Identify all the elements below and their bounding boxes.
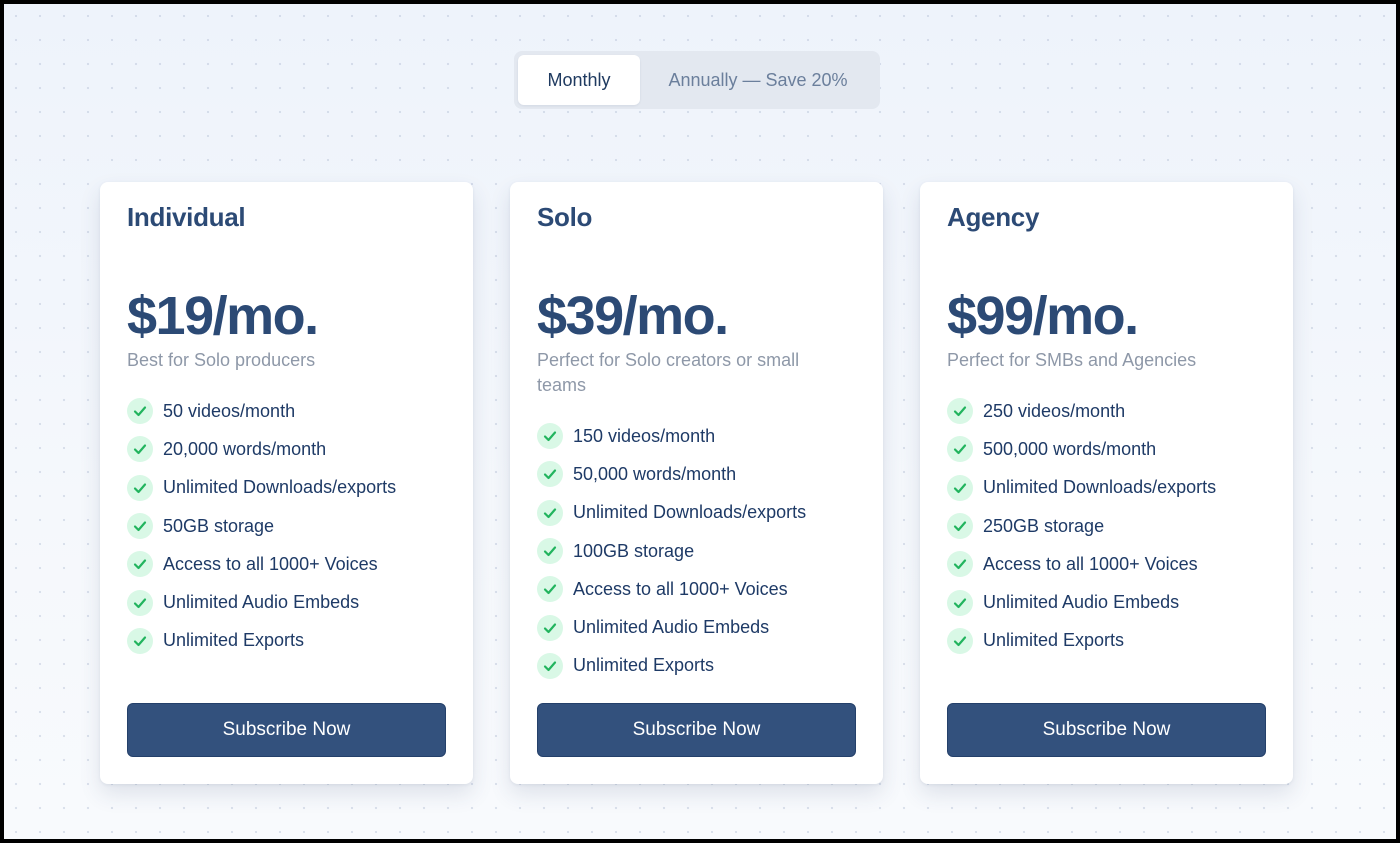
feature-item: 250 videos/month <box>947 392 1277 430</box>
check-icon <box>127 589 153 616</box>
plan-card-agency: Agency $99/mo. Perfect for SMBs and Agen… <box>920 182 1293 784</box>
feature-label: Unlimited Downloads/exports <box>573 502 807 523</box>
plan-price: $39/mo. <box>537 286 729 346</box>
feature-list: 50 videos/month 20,000 words/month Unlim… <box>127 392 457 660</box>
feature-item: Unlimited Audio Embeds <box>537 608 867 646</box>
feature-label: 150 videos/month <box>573 425 716 446</box>
feature-item: Access to all 1000+ Voices <box>947 545 1277 583</box>
check-icon <box>537 499 563 526</box>
check-icon <box>127 474 153 501</box>
feature-item: 20,000 words/month <box>127 430 457 468</box>
check-icon <box>127 513 153 540</box>
feature-label: Access to all 1000+ Voices <box>163 553 378 574</box>
feature-item: 250GB storage <box>947 507 1277 545</box>
check-icon <box>947 589 973 616</box>
feature-label: 100GB storage <box>573 540 695 561</box>
feature-item: Unlimited Exports <box>537 647 867 685</box>
plan-price: $19/mo. <box>127 286 319 346</box>
feature-label: Unlimited Exports <box>983 630 1125 651</box>
subscribe-button[interactable]: Subscribe Now <box>947 703 1266 757</box>
feature-item: Unlimited Audio Embeds <box>127 583 457 621</box>
annually-toggle-button[interactable]: Annually — Save 20% <box>640 55 876 105</box>
check-icon <box>947 474 973 501</box>
feature-label: Unlimited Downloads/exports <box>163 477 397 498</box>
feature-label: Unlimited Audio Embeds <box>573 617 770 638</box>
pricing-page: Monthly Annually — Save 20% Individual $… <box>4 4 1396 839</box>
check-icon <box>947 627 973 654</box>
feature-item: Unlimited Exports <box>947 622 1277 660</box>
plan-name: Individual <box>127 202 246 232</box>
feature-label: Access to all 1000+ Voices <box>573 578 788 599</box>
check-icon <box>537 614 563 641</box>
feature-label: Unlimited Exports <box>163 630 305 651</box>
check-icon <box>127 551 153 578</box>
check-icon <box>947 398 973 425</box>
check-icon <box>537 538 563 565</box>
plan-description: Perfect for SMBs and Agencies <box>947 350 1197 370</box>
monthly-toggle-button[interactable]: Monthly <box>518 55 640 105</box>
feature-label: 50 videos/month <box>163 400 296 421</box>
plan-card-individual: Individual $19/mo. Best for Solo produce… <box>100 182 473 784</box>
feature-list: 250 videos/month 500,000 words/month Unl… <box>947 392 1277 660</box>
plan-name: Agency <box>947 202 1040 232</box>
feature-item: 50 videos/month <box>127 392 457 430</box>
plan-price: $99/mo. <box>947 286 1139 346</box>
plan-description: Best for Solo producers <box>127 350 316 370</box>
check-icon <box>127 398 153 425</box>
feature-item: Unlimited Audio Embeds <box>947 583 1277 621</box>
feature-label: Unlimited Audio Embeds <box>163 592 360 613</box>
check-icon <box>537 423 563 450</box>
feature-item: 100GB storage <box>537 532 867 570</box>
billing-period-toggle: Monthly Annually — Save 20% <box>514 51 880 109</box>
feature-list: 150 videos/month 50,000 words/month Unli… <box>537 417 867 685</box>
plan-card-solo: Solo $39/mo. Perfect for Solo creators o… <box>510 182 883 784</box>
feature-label: Unlimited Exports <box>573 655 715 676</box>
check-icon <box>947 436 973 463</box>
feature-label: 20,000 words/month <box>163 438 327 459</box>
check-icon <box>537 461 563 488</box>
plan-name: Solo <box>537 202 593 232</box>
feature-item: Access to all 1000+ Voices <box>127 545 457 583</box>
feature-item: Unlimited Downloads/exports <box>127 469 457 507</box>
check-icon <box>947 551 973 578</box>
feature-label: 250GB storage <box>983 515 1105 536</box>
feature-label: 250 videos/month <box>983 400 1126 421</box>
check-icon <box>127 627 153 654</box>
plan-description: Perfect for Solo creators or small teams <box>537 350 800 395</box>
feature-item: 500,000 words/month <box>947 430 1277 468</box>
check-icon <box>127 436 153 463</box>
feature-item: 150 videos/month <box>537 417 867 455</box>
feature-item: Unlimited Downloads/exports <box>947 469 1277 507</box>
feature-item: Access to all 1000+ Voices <box>537 570 867 608</box>
feature-label: Unlimited Audio Embeds <box>983 592 1180 613</box>
feature-item: Unlimited Exports <box>127 622 457 660</box>
feature-label: 500,000 words/month <box>983 438 1157 459</box>
feature-label: 50GB storage <box>163 515 275 536</box>
subscribe-button[interactable]: Subscribe Now <box>537 703 856 757</box>
check-icon <box>947 513 973 540</box>
feature-label: 50,000 words/month <box>573 463 737 484</box>
check-icon <box>537 652 563 679</box>
feature-item: 50,000 words/month <box>537 455 867 493</box>
feature-label: Unlimited Downloads/exports <box>983 477 1217 498</box>
feature-item: 50GB storage <box>127 507 457 545</box>
check-icon <box>537 576 563 603</box>
feature-item: Unlimited Downloads/exports <box>537 494 867 532</box>
subscribe-button[interactable]: Subscribe Now <box>127 703 446 757</box>
feature-label: Access to all 1000+ Voices <box>983 553 1198 574</box>
